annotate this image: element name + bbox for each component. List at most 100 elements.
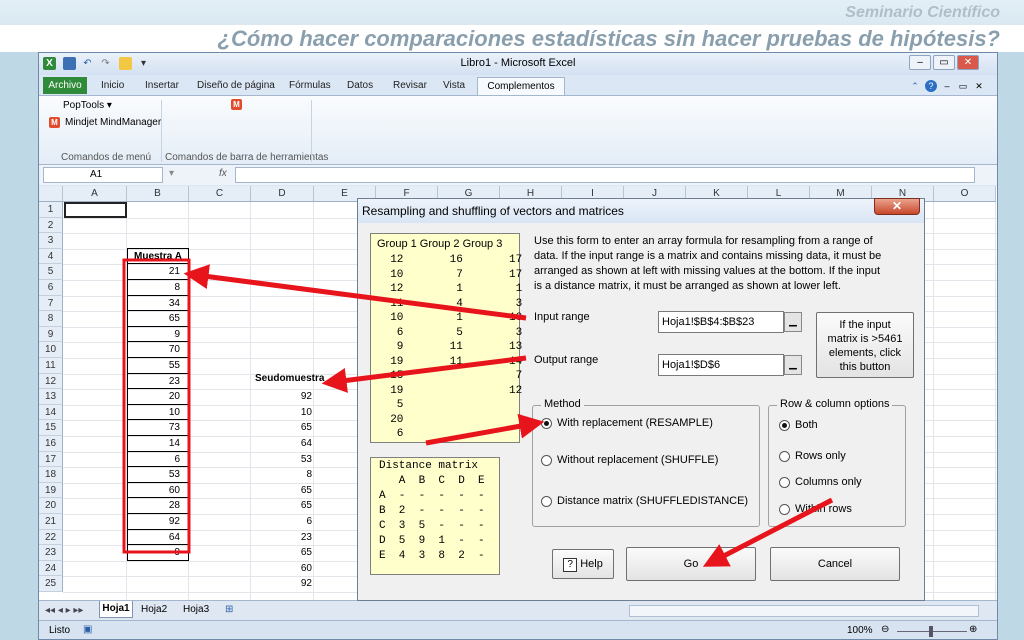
column-header[interactable]: D xyxy=(251,186,314,202)
seudomuestra-cell[interactable]: 23 xyxy=(251,530,314,546)
muestra-cell[interactable]: 53 xyxy=(127,467,189,483)
muestra-cell[interactable]: 10 xyxy=(127,404,189,421)
option-both[interactable]: Both xyxy=(795,419,818,431)
row-header[interactable]: 10 xyxy=(39,342,63,358)
row-header[interactable]: 18 xyxy=(39,467,63,483)
muestra-cell[interactable]: 23 xyxy=(127,373,189,390)
radio-both[interactable] xyxy=(779,420,790,431)
large-matrix-button[interactable]: If the input matrix is >5461 elements, c… xyxy=(816,312,914,378)
seudomuestra-cell[interactable]: 10 xyxy=(251,405,314,421)
row-header[interactable]: 22 xyxy=(39,529,63,546)
muestra-cell[interactable]: 65 xyxy=(127,311,189,327)
row-header[interactable]: 6 xyxy=(39,280,63,296)
row-header[interactable]: 25 xyxy=(39,576,63,592)
row-header[interactable]: 8 xyxy=(39,311,63,327)
seudomuestra-cell[interactable]: 65 xyxy=(251,545,314,561)
option-with-replacement[interactable]: With replacement (RESAMPLE) xyxy=(557,417,713,429)
row-header[interactable]: 7 xyxy=(39,295,63,312)
option-without-replacement[interactable]: Without replacement (SHUFFLE) xyxy=(557,454,718,466)
tab-insertar[interactable]: Insertar xyxy=(145,80,179,91)
radio-with-replacement[interactable] xyxy=(541,418,552,429)
tab-vista[interactable]: Vista xyxy=(443,80,465,91)
radio-columns-only[interactable] xyxy=(779,477,790,488)
column-header[interactable]: C xyxy=(189,186,251,202)
muestra-cell[interactable]: 14 xyxy=(127,436,189,452)
help-icon[interactable]: ? xyxy=(925,80,937,92)
seudomuestra-cell[interactable]: 92 xyxy=(251,389,314,405)
mindjet-menu[interactable]: Mindjet MindManager xyxy=(65,117,161,128)
muestra-cell[interactable]: 28 xyxy=(127,498,189,514)
seudomuestra-cell[interactable]: 65 xyxy=(251,498,314,514)
zoom-out-icon[interactable]: ⊖ xyxy=(881,624,889,635)
name-box[interactable]: A1 xyxy=(43,167,163,183)
input-range-field[interactable]: Hoja1!$B$4:$B$23 xyxy=(658,311,784,333)
zoom-slider-thumb[interactable] xyxy=(929,626,933,637)
help-button[interactable]: ? Help xyxy=(552,549,614,579)
column-header[interactable]: B xyxy=(127,186,189,202)
output-range-field[interactable]: Hoja1!$D$6 xyxy=(658,354,784,376)
muestra-cell[interactable]: 70 xyxy=(127,342,189,358)
tab-datos[interactable]: Datos xyxy=(347,80,373,91)
radio-without-replacement[interactable] xyxy=(541,455,552,466)
column-header[interactable]: A xyxy=(63,186,127,202)
muestra-cell[interactable]: 55 xyxy=(127,358,189,374)
row-header[interactable]: 2 xyxy=(39,217,63,234)
tab-inicio[interactable]: Inicio xyxy=(101,80,124,91)
radio-within-rows[interactable] xyxy=(779,504,790,515)
muestra-cell[interactable]: 34 xyxy=(127,295,189,312)
doc-restore-icon[interactable]: ▭ xyxy=(957,80,969,92)
tab-formulas[interactable]: Fórmulas xyxy=(289,80,331,91)
row-header[interactable]: 4 xyxy=(39,248,63,265)
seudomuestra-cell[interactable]: 6 xyxy=(251,514,314,530)
muestra-cell[interactable]: 20 xyxy=(127,389,189,405)
muestra-cell[interactable]: 64 xyxy=(127,529,189,546)
option-within-rows[interactable]: Within rows xyxy=(795,503,852,515)
output-range-picker-button[interactable]: ▁ xyxy=(784,355,802,375)
muestra-cell[interactable]: 21 xyxy=(127,264,189,280)
restore-button[interactable]: ▭ xyxy=(933,55,955,70)
row-header[interactable]: 20 xyxy=(39,498,63,514)
row-header[interactable]: 12 xyxy=(39,373,63,390)
row-header[interactable]: 15 xyxy=(39,420,63,436)
fx-icon[interactable]: fx xyxy=(219,168,227,179)
formula-input[interactable] xyxy=(235,167,975,183)
row-header[interactable]: 24 xyxy=(39,560,63,577)
input-range-picker-button[interactable]: ▁ xyxy=(784,312,802,332)
poptools-menu[interactable]: PopTools ▾ xyxy=(63,100,112,111)
select-all-corner[interactable] xyxy=(39,186,63,202)
tab-complementos[interactable]: Complementos xyxy=(477,77,565,96)
minimize-button[interactable]: – xyxy=(909,55,931,70)
macro-record-icon[interactable]: ▣ xyxy=(83,624,92,635)
row-header[interactable]: 23 xyxy=(39,545,63,561)
seudomuestra-cell[interactable]: 65 xyxy=(251,483,314,499)
row-header[interactable]: 1 xyxy=(39,202,63,218)
dialog-close-button[interactable]: ✕ xyxy=(874,198,920,215)
seudomuestra-cell[interactable]: 8 xyxy=(251,467,314,483)
row-header[interactable]: 11 xyxy=(39,358,63,374)
muestra-cell[interactable]: 8 xyxy=(127,280,189,296)
sheet-tab-hoja3[interactable]: Hoja3 xyxy=(183,604,209,615)
row-header[interactable]: 5 xyxy=(39,264,63,280)
radio-rows-only[interactable] xyxy=(779,451,790,462)
row-header[interactable]: 3 xyxy=(39,233,63,249)
option-distance-matrix[interactable]: Distance matrix (SHUFFLEDISTANCE) xyxy=(557,495,748,507)
seudomuestra-cell[interactable]: 53 xyxy=(251,452,314,468)
row-header[interactable]: 21 xyxy=(39,514,63,530)
new-sheet-icon[interactable]: ⊞ xyxy=(225,604,233,615)
row-header[interactable]: 13 xyxy=(39,389,63,405)
seudomuestra-cell[interactable]: 92 xyxy=(251,576,314,592)
tab-archivo[interactable]: Archivo xyxy=(43,77,87,94)
sheet-tab-hoja2[interactable]: Hoja2 xyxy=(141,604,167,615)
sheet-tab-hoja1[interactable]: Hoja1 xyxy=(99,601,133,618)
row-header[interactable]: 9 xyxy=(39,326,63,343)
row-header[interactable]: 16 xyxy=(39,436,63,452)
go-button[interactable]: Go xyxy=(626,547,756,581)
sheet-nav-arrows-icon[interactable]: ◂◂ ◂ ▸ ▸▸ xyxy=(45,605,83,616)
doc-minimize-icon[interactable]: – xyxy=(941,80,953,92)
seudomuestra-cell[interactable]: 65 xyxy=(251,420,314,436)
zoom-in-icon[interactable]: ⊕ xyxy=(969,624,977,635)
tab-revisar[interactable]: Revisar xyxy=(393,80,427,91)
row-header[interactable]: 19 xyxy=(39,482,63,499)
seudomuestra-cell[interactable]: 60 xyxy=(251,561,314,577)
toolbar-m-icon[interactable]: M xyxy=(231,99,242,110)
